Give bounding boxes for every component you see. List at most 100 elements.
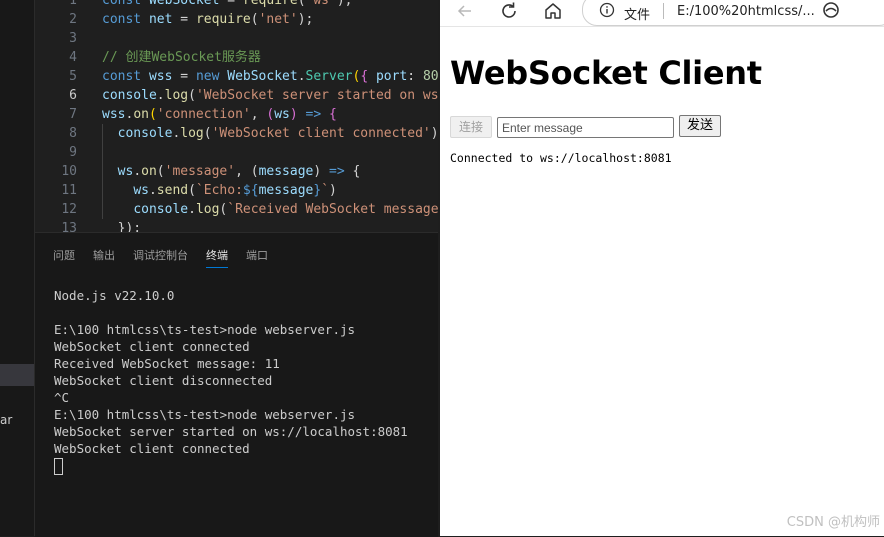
refresh-icon[interactable]: [498, 0, 520, 22]
line-number: 11: [61, 183, 77, 198]
terminal-line: Received WebSocket message: 11: [54, 356, 280, 371]
tab-terminal[interactable]: 终端: [206, 247, 228, 268]
code-line: 7 wss.on('connection', (ws) => {: [35, 105, 438, 124]
tab-debug-console[interactable]: 调试控制台: [133, 247, 188, 267]
address-file-label: 文件: [624, 8, 651, 23]
code-token: ${: [242, 183, 259, 198]
code-token: (: [148, 107, 157, 122]
code-line: 2 const net = require('net');: [35, 10, 438, 29]
activity-bar-selected-item[interactable]: [0, 364, 34, 386]
code-token: .: [297, 69, 306, 84]
code-token: WebSocket: [148, 0, 228, 8]
tab-output[interactable]: 输出: [93, 247, 115, 267]
code-token: ,: [235, 164, 251, 179]
code-editor[interactable]: 1 const WebSocket = require('ws'); 2 const …: [35, 0, 438, 232]
code-token: });: [117, 221, 142, 232]
code-token: (: [188, 88, 196, 103]
code-text: // 创建WebSocket服务器: [102, 48, 261, 67]
line-number: 2: [69, 12, 77, 27]
code-line: 4 // 创建WebSocket服务器: [35, 48, 438, 67]
edge-icon[interactable]: [820, 0, 842, 22]
code-token: log: [164, 88, 189, 103]
code-token: .: [188, 202, 196, 217]
code-token: ): [329, 183, 337, 198]
code-token: (: [156, 164, 165, 179]
address-url[interactable]: E:/100%20htmlcss/...: [677, 4, 815, 19]
code-token: (: [250, 164, 259, 179]
line-number: 12: [61, 202, 77, 217]
code-token: =: [180, 69, 196, 84]
code-token: WebSocket: [227, 69, 298, 84]
terminal-line: ^C: [54, 390, 70, 405]
code-token: =: [180, 12, 196, 27]
code-token: new: [195, 69, 228, 84]
line-number: 13: [61, 221, 77, 232]
panel-tabs: 问题 输出 调试控制台 终端 端口: [53, 244, 286, 268]
info-icon[interactable]: [599, 2, 615, 22]
code-token: require: [242, 0, 298, 8]
code-token: (: [203, 126, 212, 141]
tab-ports[interactable]: 端口: [246, 247, 268, 267]
back-icon[interactable]: [454, 0, 476, 22]
code-token: console: [102, 88, 157, 103]
terminal-cursor: [54, 458, 63, 475]
code-token: 'ws': [305, 0, 337, 8]
activity-bar: ar: [0, 0, 35, 536]
line-number: 4: [69, 50, 77, 65]
line-number: 8: [69, 126, 77, 141]
code-token: `: [321, 183, 330, 198]
code-token: console: [133, 202, 189, 217]
terminal-output[interactable]: Node.js v22.10.0 E:\100 htmlcss\ts-test>…: [54, 287, 408, 475]
code-text: ws.send(`Echo:${message}`): [102, 181, 337, 200]
code-token: wss: [148, 69, 181, 84]
code-token: ,: [250, 107, 267, 122]
code-token: {: [329, 107, 337, 122]
code-token: Server: [305, 69, 353, 84]
tab-problems[interactable]: 问题: [53, 247, 75, 267]
code-token: net: [148, 12, 181, 27]
send-button[interactable]: 发送: [679, 115, 721, 137]
code-line: 9: [35, 143, 438, 162]
line-number: 9: [69, 145, 77, 160]
terminal-line: Node.js v22.10.0: [54, 288, 175, 303]
code-token: message: [258, 164, 314, 179]
code-token: ws: [117, 164, 134, 179]
code-token: =: [227, 0, 243, 8]
code-line: 5 const wss = new WebSocket.Server({ port…: [35, 67, 438, 86]
connect-button[interactable]: 连接: [450, 116, 492, 138]
code-token: {: [344, 164, 361, 179]
code-token: `Received WebSocket message:: [227, 202, 438, 217]
code-line: 8 console.log('WebSocket client connecte…: [35, 124, 438, 143]
code-text: console.log(`Received WebSocket message:: [102, 200, 438, 219]
code-text: ws.on('message', (message) => {: [102, 162, 361, 181]
code-token: 'WebSocket server started on ws://: [195, 88, 438, 103]
code-line: 13 });: [35, 219, 438, 232]
code-token: (: [188, 183, 196, 198]
terminal-line: E:\100 htmlcss\ts-test>node webserver.js: [54, 322, 356, 337]
terminal-line: WebSocket client connected: [54, 441, 250, 456]
code-line: 12 console.log(`Received WebSocket messa…: [35, 200, 438, 219]
message-input[interactable]: [497, 117, 674, 138]
code-token: const: [102, 69, 149, 84]
code-token: const: [102, 12, 149, 27]
code-token: log: [195, 202, 220, 217]
code-text: const wss = new WebSocket.Server({ port:…: [102, 67, 438, 86]
code-token: message: [258, 183, 314, 198]
code-line: 10 ws.on('message', (message) => {: [35, 162, 438, 181]
terminal-line: WebSocket server started on ws://localho…: [54, 424, 408, 439]
code-token: ws: [133, 183, 149, 198]
code-token: on: [141, 164, 157, 179]
code-token: log: [180, 126, 204, 141]
home-icon[interactable]: [542, 0, 564, 22]
code-text: console.log('WebSocket server started on…: [102, 86, 438, 105]
code-token: {: [360, 69, 376, 84]
code-token: 'message': [164, 164, 236, 179]
line-number: 1: [69, 0, 77, 8]
indent-guide: [102, 124, 103, 219]
